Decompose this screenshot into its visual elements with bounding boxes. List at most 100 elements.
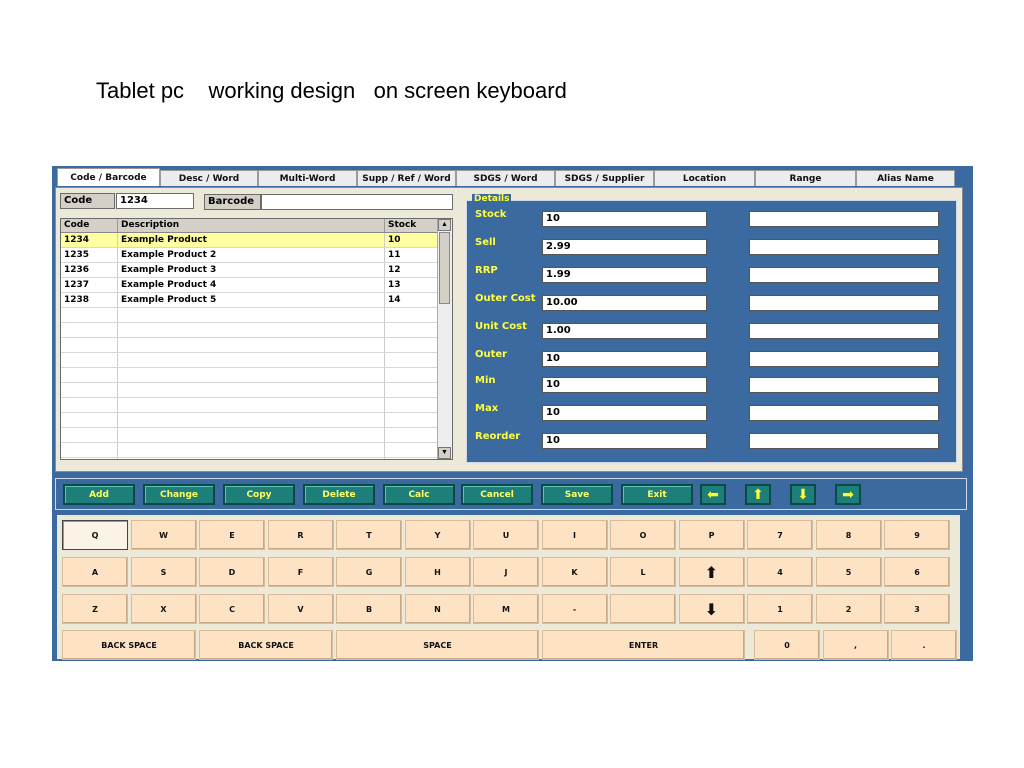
key-z[interactable]: Z — [62, 594, 128, 624]
copy-button[interactable]: Copy — [223, 484, 295, 505]
detail-extra-input-reorder[interactable] — [749, 433, 939, 449]
key-r[interactable]: R — [267, 520, 334, 550]
table-row[interactable]: 1235 Example Product 2 11 — [61, 248, 452, 263]
tab-sdgs-word[interactable]: SDGS / Word — [456, 170, 555, 186]
key-p[interactable]: P — [678, 520, 745, 550]
scroll-down-icon[interactable]: ▼ — [438, 447, 451, 459]
tab-desc-word[interactable]: Desc / Word — [160, 170, 258, 186]
key-1[interactable]: 1 — [747, 594, 813, 624]
detail-input-unit-cost[interactable]: 1.00 — [542, 323, 707, 339]
barcode-input[interactable] — [261, 194, 453, 210]
key-c[interactable]: C — [199, 594, 265, 624]
key-blank[interactable] — [610, 594, 676, 624]
key-i[interactable]: I — [541, 520, 608, 550]
detail-extra-input-outer[interactable] — [749, 351, 939, 367]
key-dash[interactable]: - — [541, 594, 608, 624]
down-arrow-icon[interactable]: ⬇ — [790, 484, 816, 505]
key-8[interactable]: 8 — [815, 520, 882, 550]
key-comma[interactable]: , — [822, 630, 889, 660]
table-row[interactable] — [61, 353, 452, 368]
detail-extra-input-sell[interactable] — [749, 239, 939, 255]
key-period[interactable]: . — [891, 630, 957, 660]
tab-range[interactable]: Range — [755, 170, 856, 186]
tab-supp-ref-word[interactable]: Supp / Ref / Word — [357, 170, 456, 186]
cancel-button[interactable]: Cancel — [461, 484, 533, 505]
key-g[interactable]: G — [336, 557, 402, 587]
key-up-arrow[interactable]: ⬆ — [678, 557, 745, 587]
exit-button[interactable]: Exit — [621, 484, 693, 505]
tab-multi-word[interactable]: Multi-Word — [258, 170, 357, 186]
key-b[interactable]: B — [336, 594, 402, 624]
key-o[interactable]: O — [610, 520, 676, 550]
key-l[interactable]: L — [610, 557, 676, 587]
key-2[interactable]: 2 — [815, 594, 882, 624]
table-row[interactable] — [61, 443, 452, 458]
tab-alias-name[interactable]: Alias Name — [856, 170, 955, 186]
key-9[interactable]: 9 — [884, 520, 950, 550]
tab-sdgs-supplier[interactable]: SDGS / Supplier — [555, 170, 654, 186]
key-q[interactable]: Q — [62, 520, 128, 550]
detail-extra-input-outer-cost[interactable] — [749, 295, 939, 311]
table-row[interactable]: 1236 Example Product 3 12 — [61, 263, 452, 278]
key-f[interactable]: F — [267, 557, 334, 587]
code-input[interactable]: 1234 — [116, 193, 194, 209]
key-w[interactable]: W — [130, 520, 197, 550]
grid-scrollbar[interactable]: ▲ ▼ — [437, 219, 452, 459]
key-v[interactable]: V — [267, 594, 334, 624]
key-s[interactable]: S — [130, 557, 197, 587]
key-h[interactable]: H — [404, 557, 471, 587]
save-button[interactable]: Save — [541, 484, 613, 505]
key-d[interactable]: D — [199, 557, 265, 587]
scroll-thumb[interactable] — [439, 232, 450, 304]
scroll-up-icon[interactable]: ▲ — [438, 219, 451, 231]
key-k[interactable]: K — [541, 557, 608, 587]
detail-extra-input-rrp[interactable] — [749, 267, 939, 283]
key-6[interactable]: 6 — [884, 557, 950, 587]
detail-input-outer[interactable]: 10 — [542, 351, 707, 367]
table-row[interactable] — [61, 308, 452, 323]
key-4[interactable]: 4 — [747, 557, 813, 587]
column-header-stock[interactable]: Stock — [385, 219, 440, 232]
key-j[interactable]: J — [473, 557, 539, 587]
key-5[interactable]: 5 — [815, 557, 882, 587]
key-3[interactable]: 3 — [884, 594, 950, 624]
table-row[interactable] — [61, 428, 452, 443]
detail-extra-input-unit-cost[interactable] — [749, 323, 939, 339]
tab-code-barcode[interactable]: Code / Barcode — [57, 168, 160, 186]
table-row[interactable] — [61, 413, 452, 428]
key-u[interactable]: U — [473, 520, 539, 550]
key-7[interactable]: 7 — [747, 520, 813, 550]
right-arrow-icon[interactable]: ➡ — [835, 484, 861, 505]
key-n[interactable]: N — [404, 594, 471, 624]
key-x[interactable]: X — [130, 594, 197, 624]
key-y[interactable]: Y — [404, 520, 471, 550]
key-a[interactable]: A — [62, 557, 128, 587]
key-t[interactable]: T — [336, 520, 402, 550]
detail-input-sell[interactable]: 2.99 — [542, 239, 707, 255]
detail-extra-input-min[interactable] — [749, 377, 939, 393]
key-back-space-2[interactable]: BACK SPACE — [199, 630, 333, 660]
change-button[interactable]: Change — [143, 484, 215, 505]
key-e[interactable]: E — [199, 520, 265, 550]
detail-extra-input-max[interactable] — [749, 405, 939, 421]
key-down-arrow[interactable]: ⬇ — [678, 594, 745, 624]
tab-location[interactable]: Location — [654, 170, 755, 186]
detail-input-reorder[interactable]: 10 — [542, 433, 707, 449]
key-enter[interactable]: ENTER — [542, 630, 745, 660]
table-row[interactable] — [61, 368, 452, 383]
delete-button[interactable]: Delete — [303, 484, 375, 505]
table-row[interactable]: 1234 Example Product 10 — [61, 233, 452, 248]
table-row[interactable] — [61, 458, 452, 459]
detail-input-stock[interactable]: 10 — [542, 211, 707, 227]
column-header-code[interactable]: Code — [61, 219, 118, 232]
detail-extra-input-stock[interactable] — [749, 211, 939, 227]
key-0[interactable]: 0 — [754, 630, 820, 660]
calc-button[interactable]: Calc — [383, 484, 455, 505]
detail-input-rrp[interactable]: 1.99 — [542, 267, 707, 283]
add-button[interactable]: Add — [63, 484, 135, 505]
table-row[interactable] — [61, 383, 452, 398]
detail-input-outer-cost[interactable]: 10.00 — [542, 295, 707, 311]
column-header-description[interactable]: Description — [118, 219, 385, 232]
table-row[interactable]: 1237 Example Product 4 13 — [61, 278, 452, 293]
left-arrow-icon[interactable]: ⬅ — [700, 484, 726, 505]
